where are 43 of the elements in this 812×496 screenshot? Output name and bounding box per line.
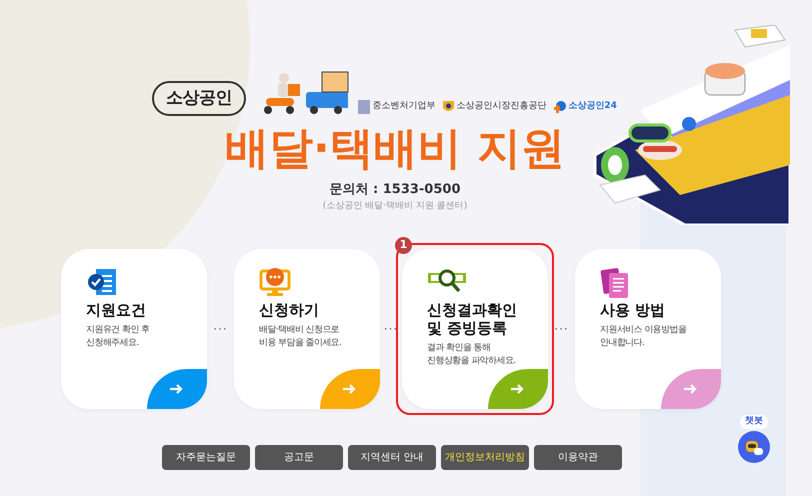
agency-name: 소상공인시장진흥공단 bbox=[456, 100, 546, 114]
contact-phone: 문의처 : 1533-0500 bbox=[329, 181, 460, 199]
brand-logo: 소상공인 bbox=[152, 80, 246, 116]
arrow-corner[interactable] bbox=[661, 369, 721, 409]
shield-icon bbox=[443, 101, 454, 113]
card-description: 배달·택배비 신청으로 비용 부담을 줄이세요. bbox=[259, 324, 342, 350]
agency-name: 소상공인24 bbox=[568, 100, 617, 114]
search-icon bbox=[427, 267, 467, 295]
dots-separator: ··· bbox=[382, 321, 400, 338]
arrow-corner[interactable] bbox=[320, 369, 380, 409]
card-description: 지원유건 확인 후 신청해주세요. bbox=[86, 324, 150, 350]
document-check-icon bbox=[86, 267, 118, 297]
emblem-icon bbox=[358, 100, 370, 114]
arrow-right-icon bbox=[170, 384, 184, 394]
footer-link-button[interactable]: 자주묻는질문 bbox=[162, 445, 250, 470]
footer-link-button[interactable]: 이용약관 bbox=[534, 445, 622, 470]
contact-note: (소상공인 배달·택배비 지원 콜센터) bbox=[322, 200, 468, 212]
card-description: 지원서비스 이용방법을 안내합니다. bbox=[600, 324, 686, 350]
agency-name: 중소벤처기업부 bbox=[372, 100, 436, 114]
plus-logo-icon bbox=[554, 101, 566, 113]
card-title: 사용 방법 bbox=[600, 301, 666, 319]
card-title: 신청결과확인 및 증빙등록 bbox=[427, 301, 517, 337]
menu-card[interactable]: 사용 방법 지원서비스 이용방법을 안내합니다. bbox=[575, 249, 721, 409]
card-description: 결과 확인을 통해 진행상황을 파악하세요. bbox=[427, 342, 516, 368]
footer-link-button[interactable]: 지역센터 안내 bbox=[348, 445, 436, 470]
footer-link-button[interactable]: 개인정보처리방침 bbox=[441, 445, 529, 470]
footer-link-button[interactable]: 공고문 bbox=[255, 445, 343, 470]
monitor-chat-icon bbox=[259, 267, 291, 297]
card-title: 지원요건 bbox=[86, 301, 146, 319]
pages-icon bbox=[600, 267, 630, 299]
page-title: 배달·택배비 지원 bbox=[224, 122, 566, 176]
arrow-right-icon bbox=[511, 384, 525, 394]
arrow-right-icon bbox=[343, 384, 357, 394]
chatbot-label: 챗봇 bbox=[740, 415, 768, 428]
card-title: 신청하기 bbox=[259, 301, 319, 319]
arrow-corner[interactable] bbox=[488, 369, 548, 409]
menu-card[interactable]: 신청결과확인 및 증빙등록 결과 확인을 통해 진행상황을 파악하세요. bbox=[402, 249, 548, 409]
menu-card[interactable]: 신청하기 배달·택배비 신청으로 비용 부담을 줄이세요. bbox=[234, 249, 380, 409]
dots-separator: ··· bbox=[553, 321, 570, 338]
dots-separator: ··· bbox=[212, 321, 229, 338]
arrow-right-icon bbox=[684, 384, 698, 394]
menu-card[interactable]: 지원요건 지원유건 확인 후 신청해주세요. bbox=[61, 249, 207, 409]
arrow-corner[interactable] bbox=[147, 369, 207, 409]
